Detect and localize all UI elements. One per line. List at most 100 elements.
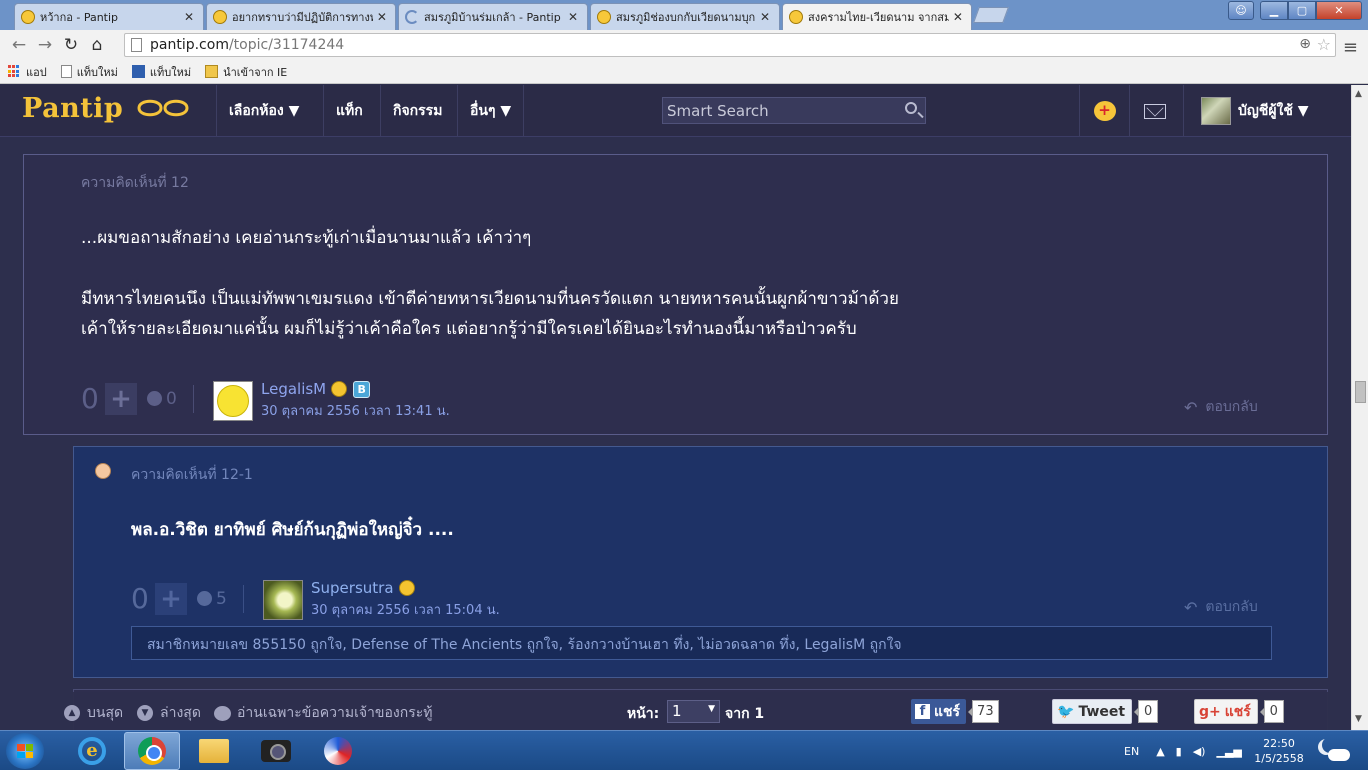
maximize-button[interactable]: ▢ bbox=[1288, 1, 1316, 20]
facebook-share-button[interactable]: f แชร์ bbox=[911, 699, 967, 724]
sticky-bottom-bar: ▲ บนสุด ▼ ล่างสุด อ่านเฉพาะข้อความเจ้าของก… bbox=[0, 692, 1351, 730]
nav-select-room[interactable]: เลือกห้อง ▼ bbox=[216, 85, 311, 137]
pantip-smiley-icon bbox=[597, 10, 611, 24]
scroll-up-arrow-icon[interactable]: ▲ bbox=[1355, 89, 1362, 99]
scroll-down-arrow-icon[interactable]: ▼ bbox=[1355, 714, 1362, 724]
close-icon[interactable]: ✕ bbox=[759, 10, 771, 24]
new-tab-button[interactable] bbox=[973, 7, 1009, 23]
gplus-icon: g+ bbox=[1199, 703, 1221, 720]
taskbar-camera-app[interactable] bbox=[248, 732, 304, 770]
speaker-icon[interactable]: ◀) bbox=[1193, 745, 1206, 758]
close-icon[interactable]: ✕ bbox=[183, 10, 195, 24]
fb-share-label: แชร์ bbox=[934, 703, 961, 720]
power-plug-icon[interactable]: ▮ bbox=[1176, 745, 1182, 758]
page-total: จาก 1 bbox=[725, 706, 765, 722]
divider bbox=[192, 384, 194, 413]
start-button[interactable] bbox=[6, 733, 44, 769]
reply-button[interactable]: ↶ ตอบกลับ bbox=[1184, 396, 1258, 418]
weather-gadget-icon[interactable] bbox=[1318, 735, 1352, 765]
author-name[interactable]: LegalisM bbox=[261, 380, 326, 398]
pantip-logo[interactable]: Pantip bbox=[22, 93, 195, 124]
page-scrollbar[interactable]: ▲ ▼ bbox=[1351, 85, 1368, 730]
nav-tags[interactable]: แท็ก bbox=[323, 85, 375, 137]
vote-count: 0 bbox=[131, 582, 149, 615]
home-icon[interactable]: ⌂ bbox=[84, 35, 110, 55]
pantip-logo-mark-icon bbox=[137, 99, 189, 117]
vote-bar: 0 + 5 bbox=[131, 582, 244, 615]
taskbar-chrome[interactable] bbox=[124, 732, 180, 770]
gplus-share-button[interactable]: g+ แชร์ bbox=[1194, 699, 1258, 724]
bookmark-import-ie[interactable]: นำเข้าจาก IE bbox=[205, 63, 287, 81]
author-name[interactable]: Supersutra bbox=[311, 579, 394, 597]
plus-vote-button[interactable]: + bbox=[155, 582, 187, 615]
network-signal-icon[interactable]: ▁▃▅ bbox=[1216, 745, 1241, 758]
taskbar-explorer[interactable] bbox=[186, 732, 242, 770]
nav-activities[interactable]: กิจกรรม bbox=[380, 85, 454, 137]
pantip-smiley-icon bbox=[789, 10, 803, 24]
scroll-top-button[interactable]: ▲ บนสุด bbox=[64, 702, 123, 724]
close-window-button[interactable]: ✕ bbox=[1316, 1, 1362, 20]
bookmark-star-icon[interactable]: ☆ bbox=[1317, 35, 1331, 54]
folder-icon bbox=[205, 65, 219, 78]
user-profile-icon[interactable]: ☺ bbox=[1228, 1, 1254, 20]
browser-tab[interactable]: อยากทราบว่ามีปฏิบัติการทางทหาร ✕ bbox=[206, 3, 396, 30]
forward-arrow-icon[interactable]: → bbox=[32, 35, 58, 55]
bookmark-new-tab-pantip[interactable]: แท็บใหม่ bbox=[131, 63, 191, 81]
reply-button[interactable]: ↶ ตอบกลับ bbox=[1184, 596, 1258, 618]
scrollbar-thumb[interactable] bbox=[1355, 381, 1366, 403]
owner-only-button[interactable]: อ่านเฉพาะข้อความเจ้าของกระทู้ bbox=[214, 702, 432, 724]
close-icon[interactable]: ✕ bbox=[377, 10, 387, 24]
share-count: 0 bbox=[1134, 700, 1159, 723]
plus-vote-button[interactable]: + bbox=[105, 382, 137, 415]
vote-bar: 0 + 0 bbox=[81, 382, 194, 415]
avatar[interactable] bbox=[263, 579, 303, 620]
page-select[interactable]: 1 ▼ bbox=[667, 700, 720, 723]
nav-more[interactable]: อื่นๆ ▼ bbox=[457, 85, 525, 137]
chrome-menu-icon[interactable]: ≡ bbox=[1343, 37, 1358, 58]
close-icon[interactable]: ✕ bbox=[567, 10, 579, 24]
emotion-button[interactable]: 0 bbox=[147, 389, 177, 409]
emotion-count: 0 bbox=[166, 388, 177, 409]
reload-icon[interactable]: ↻ bbox=[58, 35, 84, 55]
facebook-icon: f bbox=[915, 704, 930, 719]
pantip-p-icon bbox=[131, 65, 145, 78]
taskbar-internet-explorer[interactable]: e bbox=[64, 732, 120, 770]
url-path: /topic/31174244 bbox=[228, 37, 345, 53]
messages-button[interactable] bbox=[1129, 85, 1179, 137]
chrome-icon bbox=[138, 737, 166, 765]
chevron-down-icon: ▼ bbox=[708, 704, 715, 714]
browser-tab[interactable]: สมรภูมิบ้านร่มเกล้า - Pantip ✕ bbox=[398, 3, 588, 30]
system-clock[interactable]: 22:50 1/5/2558 bbox=[1254, 736, 1304, 766]
browser-tab[interactable]: หว้ากอ - Pantip ✕ bbox=[14, 3, 204, 30]
reply-label: ตอบกลับ bbox=[1205, 399, 1258, 415]
close-icon[interactable]: ✕ bbox=[953, 10, 963, 24]
bookmark-new-tab[interactable]: แท็บใหม่ bbox=[60, 63, 118, 81]
address-bar[interactable]: pantip.com/topic/31174244 ⊕ ☆ bbox=[124, 33, 1336, 57]
zoom-icon[interactable]: ⊕ bbox=[1299, 36, 1311, 52]
bookmarks-bar: แอป แท็บใหม่ แท็บใหม่ นำเข้าจาก IE bbox=[0, 60, 1368, 84]
account-label: บัญชีผู้ใช้ ▼ bbox=[1238, 103, 1309, 119]
smart-search-input[interactable]: Smart Search bbox=[662, 97, 926, 124]
apps-grid-icon bbox=[8, 65, 21, 78]
language-indicator[interactable]: EN bbox=[1124, 745, 1139, 758]
comment-card: ความคิดเห็นที่ 12 ...ผมขอถามสักอย่าง เคย… bbox=[23, 154, 1328, 435]
new-topic-button[interactable]: + bbox=[1079, 85, 1129, 137]
taskbar-swirl-app[interactable] bbox=[310, 732, 366, 770]
back-arrow-icon[interactable]: ← bbox=[6, 35, 32, 55]
comment-number: ความคิดเห็นที่ 12 bbox=[81, 175, 189, 191]
comment-date: 30 ตุลาคม 2556 เวลา 13:41 น. bbox=[261, 404, 450, 419]
comment-line: มีทหารไทยคนนึง เป็นแม่ทัพพาเขมรแดง เข้าต… bbox=[81, 289, 899, 309]
minimize-button[interactable]: ▁ bbox=[1260, 1, 1288, 20]
emotion-button[interactable]: 5 bbox=[197, 589, 227, 609]
account-menu[interactable]: บัญชีผู้ใช้ ▼ bbox=[1183, 85, 1351, 137]
browser-tab-active[interactable]: สงครามไทย-เวียดนาม จากสมรภูมิ ✕ bbox=[782, 3, 972, 30]
scroll-bottom-button[interactable]: ▼ ล่างสุด bbox=[137, 702, 201, 724]
tweet-button[interactable]: 🐦 Tweet bbox=[1052, 699, 1133, 724]
bookmark-apps[interactable]: แอป bbox=[8, 63, 47, 81]
comment-author: Supersutra 30 ตุลาคม 2556 เวลา 15:04 น. bbox=[263, 579, 500, 620]
browser-tab[interactable]: สมรภูมิช่องบกกับเวียดนามบุก ✕ bbox=[590, 3, 780, 30]
page-icon bbox=[131, 38, 142, 52]
avatar[interactable] bbox=[213, 380, 253, 421]
search-icon[interactable] bbox=[905, 102, 917, 114]
show-hidden-icons-chevron-icon[interactable]: ▲ bbox=[1156, 745, 1164, 758]
